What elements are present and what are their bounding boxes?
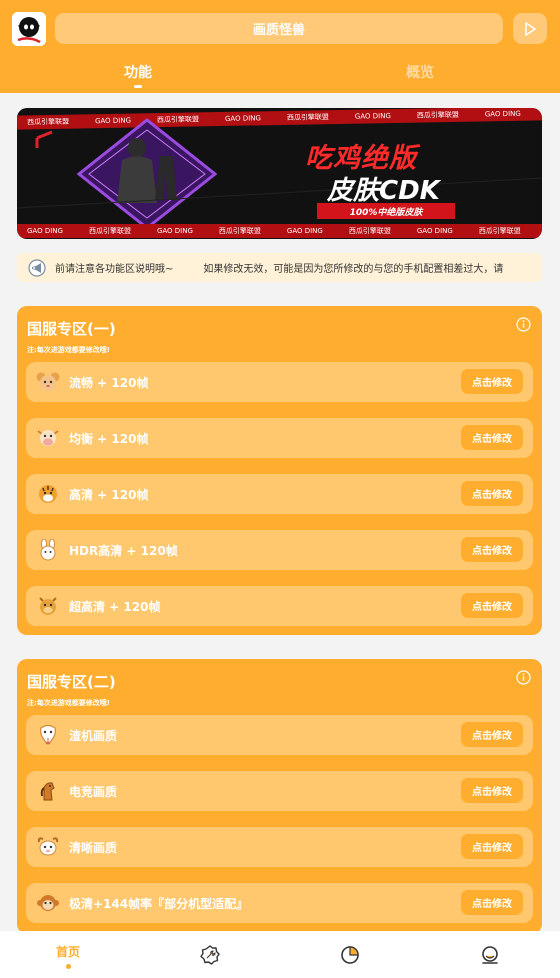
row-label: 超高清 + 120帧: [69, 600, 161, 614]
nav-home-label: 首页: [55, 944, 80, 959]
notice-text-2: 如果修改无效，可能是因为您所修改的与您的手机配置相差过大，请: [203, 264, 504, 275]
modify-button[interactable]: 点击修改: [461, 369, 523, 394]
bottom-navigation: 首页: [0, 931, 560, 978]
pie-chart-icon: [341, 945, 359, 964]
snake-icon: [40, 724, 56, 745]
banner-tag: 100%中绝版皮肤: [317, 203, 455, 219]
user-icon: [482, 945, 498, 964]
modify-button[interactable]: 点击修改: [461, 593, 523, 618]
row-label: 渣机画质: [69, 729, 118, 743]
section-cn-server-1: 国服专区(一) 注:每次进游戏都要修改哦! 流畅 + 120帧 点击修改 均衡 …: [17, 306, 542, 635]
section-title: 国服专区(一): [27, 320, 116, 338]
nav-tools[interactable]: [196, 931, 224, 978]
horse-icon: [40, 782, 55, 801]
promo-banner[interactable]: 西瓜引擎联盟 GAO DING 西瓜引擎联盟 GAO DING 西瓜引擎联盟 GAO DI…: [17, 108, 542, 239]
section-note: 注:每次进游戏都要修改哦!: [27, 346, 110, 354]
megaphone-icon: [28, 258, 46, 277]
mouse-icon: [36, 372, 60, 391]
setting-row[interactable]: 流畅 + 120帧 点击修改: [26, 362, 533, 402]
setting-row[interactable]: 极清+144帧率『部分机型适配』 点击修改: [26, 883, 533, 923]
banner-title-line2: 皮肤CDK: [327, 176, 440, 206]
goat-icon: [37, 837, 59, 856]
section-title: 国服专区(二): [27, 673, 116, 691]
row-label: 流畅 + 120帧: [69, 376, 149, 390]
setting-row[interactable]: HDR高清 + 120帧 点击修改: [26, 530, 533, 570]
banner-graphic: [17, 118, 542, 230]
info-icon[interactable]: [516, 670, 531, 685]
nav-home[interactable]: 首页: [40, 931, 96, 978]
avatar[interactable]: [12, 12, 46, 46]
setting-row[interactable]: 超高清 + 120帧 点击修改: [26, 586, 533, 626]
tab-overview[interactable]: 概览: [406, 62, 434, 82]
row-label: HDR高清 + 120帧: [69, 544, 178, 558]
row-label: 均衡 + 120帧: [69, 432, 149, 446]
nav-stats[interactable]: [336, 931, 364, 978]
setting-row[interactable]: 均衡 + 120帧 点击修改: [26, 418, 533, 458]
nav-profile[interactable]: [476, 931, 504, 978]
section-cn-server-2: 国服专区(二) 注:每次进游戏都要修改哦! 渣机画质 点击修改 电竞画质 点击修…: [17, 659, 542, 934]
row-label: 清晰画质: [69, 841, 118, 855]
setting-row[interactable]: 清晰画质 点击修改: [26, 827, 533, 867]
tab-indicator: [134, 85, 142, 88]
monkey-icon: [37, 895, 59, 911]
banner-strip-bottom: GAO DING 西瓜引擎联盟 GAO DING 西瓜引擎联盟 GAO DING 西瓜引擎…: [17, 224, 542, 238]
modify-button[interactable]: 点击修改: [461, 834, 523, 859]
modify-button[interactable]: 点击修改: [461, 537, 523, 562]
tiger-icon: [39, 485, 57, 503]
setting-row[interactable]: 电竞画质 点击修改: [26, 771, 533, 811]
play-icon: [525, 21, 536, 36]
modify-button[interactable]: 点击修改: [461, 890, 523, 915]
notice-bar: 前请注意各功能区说明哦~ 如果修改无效，可能是因为您所修改的与您的手机配置相差过…: [17, 253, 542, 282]
row-label: 极清+144帧率『部分机型适配』: [69, 897, 249, 911]
modify-button[interactable]: 点击修改: [461, 425, 523, 450]
setting-row[interactable]: 渣机画质 点击修改: [26, 715, 533, 755]
dragon-icon: [39, 597, 57, 615]
wrench-badge-icon: [200, 944, 220, 965]
modify-button[interactable]: 点击修改: [461, 481, 523, 506]
row-label: 电竞画质: [69, 785, 118, 799]
setting-row[interactable]: 高清 + 120帧 点击修改: [26, 474, 533, 514]
cow-icon: [37, 430, 59, 446]
modify-button[interactable]: 点击修改: [461, 722, 523, 747]
info-icon[interactable]: [516, 317, 531, 332]
section-note: 注:每次进游戏都要修改哦!: [27, 699, 110, 707]
tab-function[interactable]: 功能: [124, 62, 152, 82]
rabbit-icon: [40, 539, 56, 561]
modify-button[interactable]: 点击修改: [461, 778, 523, 803]
notice-text-1: 前请注意各功能区说明哦~: [55, 264, 174, 275]
app-title: 画质怪兽: [55, 13, 503, 44]
nav-active-dot: [65, 963, 71, 969]
row-label: 高清 + 120帧: [69, 488, 149, 502]
play-button[interactable]: [513, 13, 547, 44]
app-header: 画质怪兽 功能 概览: [0, 0, 560, 93]
